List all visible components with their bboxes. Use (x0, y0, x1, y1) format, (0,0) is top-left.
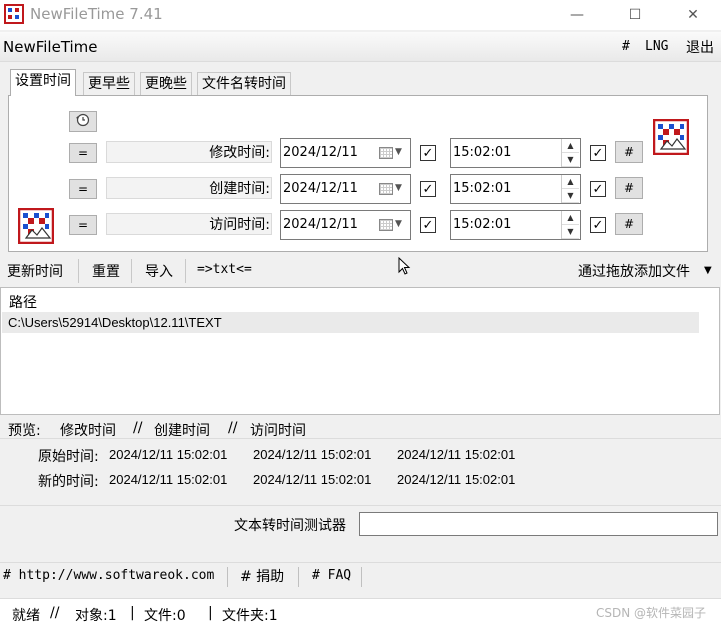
reset-button[interactable]: 重置 (92, 261, 120, 281)
chevron-down-icon[interactable]: ▼ (395, 219, 402, 229)
original-time-label: 原始时间: (38, 449, 99, 465)
toolbar-divider (78, 259, 79, 283)
original-modified-value: 2024/12/11 15:02:01 (109, 447, 228, 462)
preview-col-modified: 修改时间 (60, 423, 116, 439)
calendar-icon[interactable] (379, 147, 393, 159)
status-bar: 就绪 // 对象:1 | 文件:0 | 文件夹:1 CSDN @软件菜园子 (0, 598, 721, 624)
file-list[interactable]: 路径 C:\Users\52914\Desktop\12.11\TEXT (0, 287, 720, 415)
tab-set-time[interactable]: 设置时间 (10, 69, 76, 96)
tab-filename-to-time[interactable]: 文件名转时间 (197, 72, 291, 95)
new-modified-value: 2024/12/11 15:02:01 (109, 472, 228, 487)
accessed-time-spinner[interactable]: ▲ ▼ (561, 211, 579, 239)
links-divider (227, 567, 228, 587)
modified-date-checkbox[interactable]: ✓ (420, 145, 436, 161)
menu-exit[interactable]: 退出 (686, 37, 714, 57)
accessed-date-value: 2024/12/11 (283, 217, 358, 232)
status-objects: 对象:1 (75, 608, 117, 624)
import-button[interactable]: 导入 (145, 261, 173, 281)
modified-time-checkbox[interactable]: ✓ (590, 145, 606, 161)
divider (0, 505, 721, 506)
modified-time-spinner[interactable]: ▲ ▼ (561, 139, 579, 167)
status-ready: 就绪 (12, 608, 40, 624)
status-separator: | (208, 605, 213, 621)
drag-drop-add-button[interactable]: 通过拖放添加文件 (578, 261, 690, 281)
new-time-label: 新的时间: (38, 474, 99, 490)
calendar-icon[interactable] (379, 219, 393, 231)
chevron-down-icon[interactable]: ▼ (395, 147, 402, 157)
menu-language[interactable]: LNG (645, 39, 668, 54)
created-hash-button[interactable]: # (615, 177, 643, 199)
created-date-value: 2024/12/11 (283, 181, 358, 196)
faq-link[interactable]: # FAQ (312, 568, 351, 583)
donate-link[interactable]: # 捐助 (240, 566, 284, 586)
preview-label: 预览: (8, 423, 41, 439)
minimize-button[interactable]: — (554, 0, 600, 30)
links-divider (361, 567, 362, 587)
title-bar: NewFileTime 7.41 — ☐ ✕ (0, 0, 721, 30)
website-link[interactable]: # http://www.softwareok.com (3, 568, 214, 583)
menu-bar: NewFileTime # LNG 退出 (0, 32, 721, 62)
history-button[interactable] (69, 111, 97, 132)
new-created-value: 2024/12/11 15:02:01 (253, 472, 372, 487)
status-separator: // (50, 605, 60, 621)
action-toolbar: 更新时间 重置 导入 =>txt<= 通过拖放添加文件 ▼ (0, 257, 721, 285)
status-folders: 文件夹:1 (222, 608, 278, 624)
created-equal-button[interactable]: = (69, 179, 97, 199)
created-date-checkbox[interactable]: ✓ (420, 181, 436, 197)
preview-separator: // (133, 420, 143, 436)
clock-icon (75, 113, 91, 130)
modified-time-value: 15:02:01 (453, 145, 512, 160)
maximize-button[interactable]: ☐ (612, 0, 658, 30)
path-column-header[interactable]: 路径 (9, 292, 37, 312)
modified-equal-button[interactable]: = (69, 143, 97, 163)
calendar-icon[interactable] (379, 183, 393, 195)
app-title: NewFileTime (3, 38, 98, 56)
preview-col-accessed: 访问时间 (250, 423, 306, 439)
update-time-button[interactable]: 更新时间 (7, 261, 63, 281)
text-to-time-tester-input[interactable] (359, 512, 718, 536)
window-title: NewFileTime 7.41 (30, 5, 163, 23)
links-bar: # http://www.softwareok.com # 捐助 # FAQ (0, 562, 721, 590)
modified-time-label: 修改时间: (209, 145, 270, 161)
accessed-hash-button[interactable]: # (615, 213, 643, 235)
toolbar-divider (131, 259, 132, 283)
tester-label: 文本转时间测试器 (234, 518, 346, 534)
created-time-checkbox[interactable]: ✓ (590, 181, 606, 197)
preview-col-created: 创建时间 (154, 423, 210, 439)
accessed-equal-button[interactable]: = (69, 215, 97, 235)
accessed-time-label: 访问时间: (209, 217, 270, 233)
original-created-value: 2024/12/11 15:02:01 (253, 447, 372, 462)
export-txt-button[interactable]: =>txt<= (197, 262, 252, 277)
app-logo-icon[interactable] (17, 207, 55, 245)
accessed-date-checkbox[interactable]: ✓ (420, 217, 436, 233)
list-item[interactable]: C:\Users\52914\Desktop\12.11\TEXT (2, 312, 699, 333)
links-divider (298, 567, 299, 587)
tab-later[interactable]: 更晚些 (140, 72, 192, 95)
preview-separator: // (228, 420, 238, 436)
created-time-spinner[interactable]: ▲ ▼ (561, 175, 579, 203)
toolbar-divider (185, 259, 186, 283)
chevron-down-icon[interactable]: ▼ (704, 265, 712, 276)
menu-hash[interactable]: # (622, 39, 630, 54)
modified-hash-button[interactable]: # (615, 141, 643, 163)
close-button[interactable]: ✕ (670, 0, 716, 30)
app-icon (4, 4, 24, 24)
watermark: CSDN @软件菜园子 (596, 606, 707, 620)
accessed-time-value: 15:02:01 (453, 217, 512, 232)
new-accessed-value: 2024/12/11 15:02:01 (397, 472, 516, 487)
status-files: 文件:0 (144, 608, 186, 624)
chevron-down-icon[interactable]: ▼ (395, 183, 402, 193)
original-accessed-value: 2024/12/11 15:02:01 (397, 447, 516, 462)
modified-date-value: 2024/12/11 (283, 145, 358, 160)
accessed-time-checkbox[interactable]: ✓ (590, 217, 606, 233)
tab-earlier[interactable]: 更早些 (83, 72, 135, 95)
app-logo-icon[interactable] (652, 118, 690, 156)
mouse-cursor-icon (398, 256, 412, 281)
created-time-label: 创建时间: (209, 181, 270, 197)
status-separator: | (130, 605, 135, 621)
created-time-value: 15:02:01 (453, 181, 512, 196)
